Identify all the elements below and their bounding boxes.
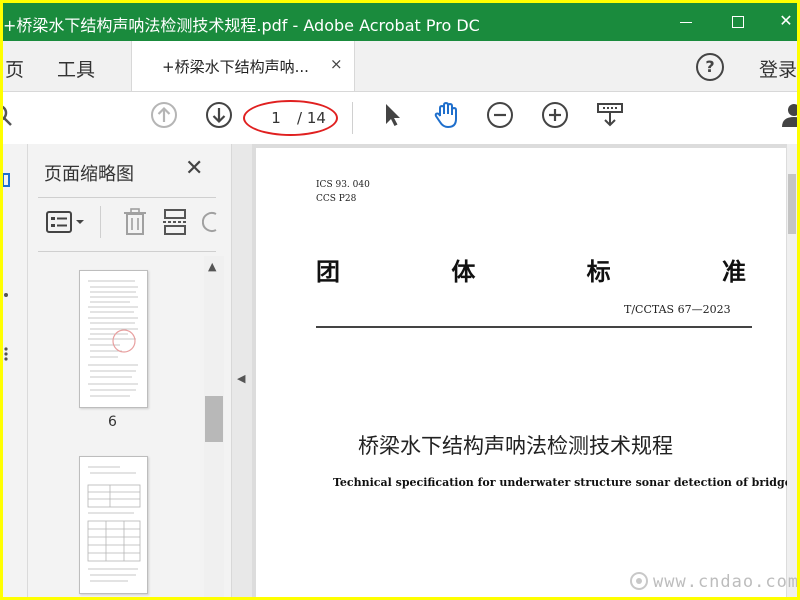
- search-icon[interactable]: [3, 100, 19, 130]
- total-pages: / 14: [297, 109, 326, 127]
- prev-page-icon[interactable]: [149, 100, 179, 130]
- delete-icon[interactable]: [122, 208, 148, 236]
- document-title-en: Technical specification for underwater s…: [333, 476, 797, 489]
- page-navigator: 1 / 14: [243, 100, 338, 136]
- panel-title: 页面缩略图: [44, 164, 134, 185]
- page-thumbnail[interactable]: [79, 270, 148, 408]
- thumbnail-list: 6: [28, 256, 203, 597]
- tab-tools[interactable]: 工具: [57, 55, 95, 82]
- panel-divider: [38, 197, 216, 198]
- document-title-cn: 桥梁水下结构声呐法检测技术规程: [358, 434, 673, 458]
- hand-tool-icon[interactable]: [431, 100, 461, 130]
- zoom-out-icon[interactable]: [485, 100, 515, 130]
- watermark: www.cndao.com: [653, 572, 797, 592]
- minimize-icon: [680, 22, 692, 23]
- toolbar: 1 / 14: [3, 92, 797, 145]
- panel-close-icon[interactable]: ✕: [185, 156, 203, 181]
- tab-document[interactable]: +桥梁水下结构声呐... ×: [131, 41, 355, 91]
- acrobat-window: +桥梁水下结构声呐法检测技术规程.pdf - Adobe Acrobat Pro…: [3, 3, 797, 597]
- collapse-arrow-icon[interactable]: ◀: [237, 372, 245, 385]
- standard-type: 团 体 标 准: [316, 252, 746, 287]
- tab-home[interactable]: 页: [5, 55, 24, 82]
- scroll-up-icon[interactable]: ▲: [208, 260, 216, 273]
- scroll-mode-icon[interactable]: [595, 100, 625, 130]
- scrollbar-thumb[interactable]: [788, 174, 796, 234]
- rotate-icon[interactable]: [202, 208, 222, 236]
- standard-type-char: 标: [586, 257, 611, 286]
- tab-bar: 页 工具 +桥梁水下结构声呐... × ? 登录: [3, 41, 797, 92]
- login-button[interactable]: 登录: [759, 55, 797, 82]
- header-rule: [316, 326, 752, 328]
- ccs-code: CCS P28: [316, 194, 357, 204]
- ics-code: ICS 93. 040: [316, 180, 370, 190]
- more-tools-icon[interactable]: [3, 346, 11, 362]
- page-thumbnails-nav-icon[interactable]: [3, 172, 13, 188]
- document-tab-label: +桥梁水下结构声呐...: [162, 58, 309, 76]
- document-view: ICS 93. 040 CCS P28 团 体 标 准 T/CCTAS 67—2…: [252, 144, 797, 597]
- close-icon: ✕: [779, 11, 793, 30]
- left-nav-strip: [3, 144, 28, 597]
- extract-page-icon[interactable]: [162, 208, 188, 236]
- maximize-icon: [732, 16, 744, 28]
- standard-type-char: 体: [451, 257, 476, 286]
- select-arrow-icon[interactable]: [377, 100, 407, 130]
- next-page-icon[interactable]: [204, 100, 234, 130]
- options-menu-icon[interactable]: [46, 210, 90, 234]
- thumbnail-panel: 页面缩略图 ✕ 6 ▲: [28, 144, 232, 597]
- standard-type-char: 团: [316, 257, 340, 286]
- nav-dot-icon: [4, 293, 8, 297]
- thumbnail-scrollbar[interactable]: ▲: [204, 256, 224, 597]
- thumbnail-toolbar: [38, 204, 228, 240]
- window-title: +桥梁水下结构声呐法检测技术规程.pdf - Adobe Acrobat Pro…: [3, 16, 480, 35]
- toolbar-divider: [100, 206, 101, 238]
- panel-divider: [38, 251, 216, 252]
- pdf-page: ICS 93. 040 CCS P28 团 体 标 准 T/CCTAS 67—2…: [256, 148, 797, 597]
- standard-type-char: 准: [721, 257, 746, 286]
- tab-close-icon[interactable]: ×: [330, 55, 343, 73]
- standard-code: T/CCTAS 67—2023: [624, 303, 731, 316]
- minimize-button[interactable]: [663, 3, 709, 41]
- account-icon[interactable]: [779, 100, 797, 130]
- document-scrollbar[interactable]: [787, 144, 797, 597]
- watermark-logo-icon: [630, 572, 648, 590]
- scrollbar-thumb[interactable]: [205, 396, 223, 442]
- page-thumbnail[interactable]: [79, 456, 148, 594]
- close-window-button[interactable]: ✕: [763, 3, 797, 41]
- classification-codes: ICS 93. 040 CCS P28: [316, 178, 370, 206]
- toolbar-divider: [352, 102, 353, 134]
- current-page-input[interactable]: 1: [265, 109, 287, 127]
- panel-collapse-handle[interactable]: ◀: [232, 144, 252, 597]
- zoom-in-icon[interactable]: [540, 100, 570, 130]
- maximize-button[interactable]: [715, 3, 761, 41]
- title-bar: +桥梁水下结构声呐法检测技术规程.pdf - Adobe Acrobat Pro…: [3, 3, 797, 41]
- thumbnail-page-number: 6: [108, 414, 117, 430]
- help-icon[interactable]: ?: [696, 53, 724, 81]
